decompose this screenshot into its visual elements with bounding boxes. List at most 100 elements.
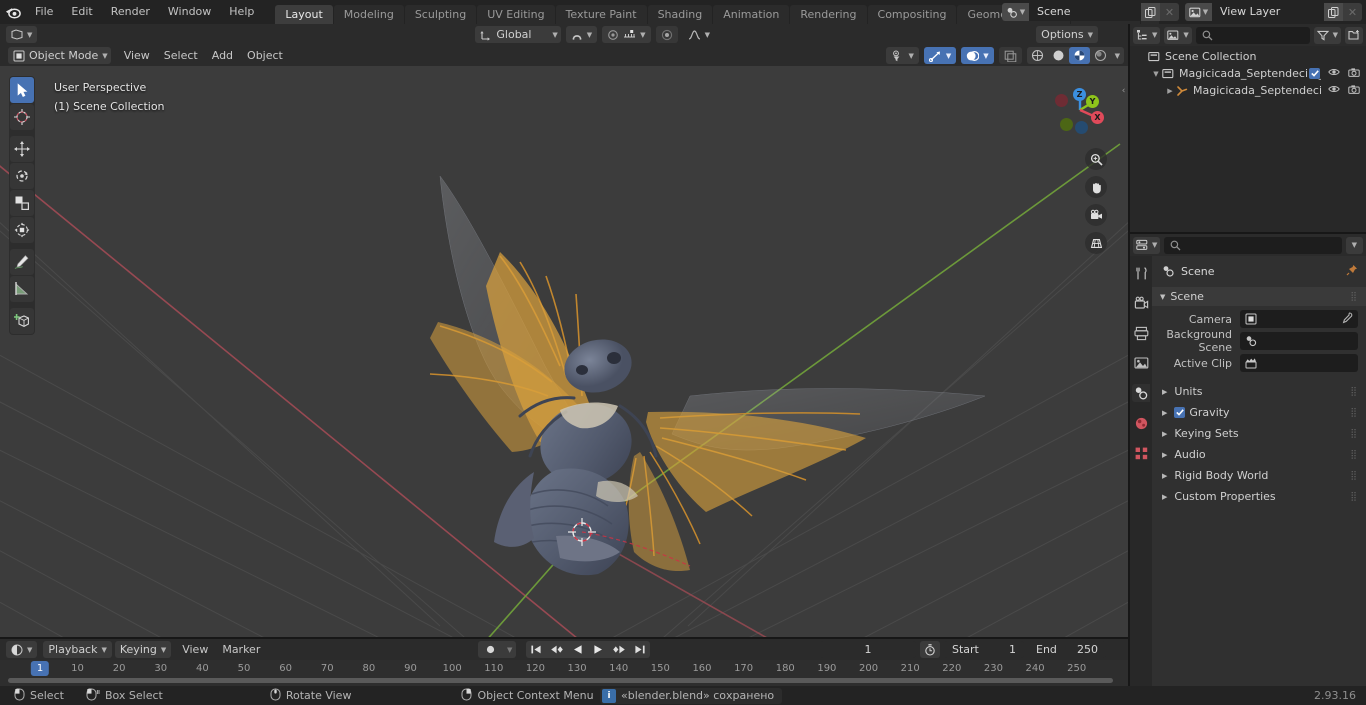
timeline-playhead[interactable]: 1 <box>30 661 50 676</box>
camera-render-icon[interactable] <box>1348 67 1360 81</box>
transform-tool[interactable] <box>10 217 34 243</box>
scene-name[interactable]: Scene <box>1029 3 1141 21</box>
eyedropper-icon[interactable] <box>1341 311 1353 327</box>
proportional-editing-toggle[interactable]: ▼ <box>602 26 651 43</box>
outliner-display-mode-selector[interactable]: ▼ <box>1133 26 1161 44</box>
pan-hand-icon[interactable] <box>1085 176 1107 198</box>
viewport-menu-view[interactable]: View <box>117 45 157 66</box>
gizmo-axis-y[interactable]: Y <box>1086 95 1099 108</box>
rotate-tool[interactable] <box>10 163 34 189</box>
workspace-tab-compositing[interactable]: Compositing <box>867 5 957 24</box>
annotate-tool[interactable] <box>10 249 34 275</box>
viewport-menu-select[interactable]: Select <box>157 45 205 66</box>
properties-panel-row[interactable]: ▶ Rigid Body World ⣿ <box>1152 465 1366 486</box>
view-layer-tab[interactable] <box>1132 354 1150 372</box>
stopwatch-icon[interactable] <box>920 641 940 658</box>
gizmo-axis-z[interactable]: Z <box>1073 88 1086 101</box>
disclosure-triangle-icon[interactable]: ▶ <box>1162 430 1167 438</box>
gizmo-axis-x[interactable]: X <box>1091 111 1104 124</box>
divider-vertical[interactable] <box>1128 24 1130 686</box>
play-icon[interactable] <box>588 641 608 658</box>
menu-edit[interactable]: Edit <box>62 0 101 24</box>
options-dropdown[interactable]: Options ▼ <box>1036 26 1098 43</box>
frame-start-field[interactable]: Start 1 <box>944 641 1024 658</box>
workspace-tab-shading[interactable]: Shading <box>647 5 713 24</box>
disclosure-triangle-icon[interactable]: ▶ <box>1162 451 1167 459</box>
timeline-body[interactable]: 10 20 30 40 50 60 70 80 90 100 110 120 130 140 150 160 1… <box>0 660 1128 686</box>
editor-type-selector[interactable]: ▼ <box>6 26 38 43</box>
funnel-icon[interactable]: ▼ <box>1313 26 1341 44</box>
view-layer-name[interactable]: View Layer <box>1212 3 1324 21</box>
properties-panel-row[interactable]: ▶ Custom Properties ⣿ <box>1152 486 1366 507</box>
output-tab[interactable] <box>1132 324 1150 342</box>
measure-tool[interactable] <box>10 276 34 302</box>
scene-selector[interactable]: ▼ Scene ✕ <box>1002 3 1179 21</box>
checkbox-icon[interactable] <box>1309 68 1320 79</box>
active-clip-field[interactable] <box>1240 354 1358 372</box>
menu-render[interactable]: Render <box>102 0 159 24</box>
frame-end-field[interactable]: End 250 <box>1028 641 1106 658</box>
disclosure-triangle-icon[interactable]: ▶ <box>1162 493 1167 501</box>
timeline-editor-type-selector[interactable]: ▼ <box>6 641 38 658</box>
timeline-menu-marker[interactable]: Marker <box>215 639 267 660</box>
blender-logo-icon[interactable] <box>0 0 26 24</box>
gizmo-axis-neg-y[interactable] <box>1060 118 1073 131</box>
timeline-menu-keying[interactable]: Keying ▼ <box>114 641 172 658</box>
divider-viewport-timeline[interactable] <box>0 637 1128 639</box>
camera-field[interactable] <box>1240 310 1358 328</box>
current-frame-field[interactable]: 1 <box>820 641 916 658</box>
workspace-tab-texture-paint[interactable]: Texture Paint <box>555 5 647 24</box>
previous-keyframe-icon[interactable] <box>546 641 568 658</box>
scene-tab[interactable] <box>1132 384 1150 402</box>
cursor-tool[interactable] <box>10 104 34 130</box>
tweak-tool[interactable] <box>10 77 34 103</box>
new-collection-icon[interactable] <box>1345 26 1363 44</box>
gizmo-axis-neg-x[interactable] <box>1055 94 1068 107</box>
properties-panel-row[interactable]: ▶ Units ⣿ <box>1152 381 1366 402</box>
gizmo-icon[interactable]: ▼ <box>923 47 957 64</box>
pin-icon[interactable] <box>1346 264 1358 279</box>
properties-editor-type-selector[interactable]: ▼ <box>1133 236 1161 254</box>
properties-panel-row[interactable]: ▶ Gravity ⣿ <box>1152 402 1366 423</box>
auto-keying-options-dropdown[interactable]: ▼ <box>503 641 516 658</box>
timeline-scrollbar[interactable] <box>8 678 1113 683</box>
workspace-tab-uv-editing[interactable]: UV Editing <box>477 5 555 24</box>
viewport-menu-add[interactable]: Add <box>205 45 240 66</box>
menu-help[interactable]: Help <box>220 0 263 24</box>
gizmo-axis-neg-z[interactable] <box>1075 121 1088 134</box>
checkbox-icon[interactable] <box>1174 407 1186 418</box>
filter-id-icon[interactable]: ▼ <box>1164 26 1192 44</box>
next-keyframe-icon[interactable] <box>608 641 630 658</box>
scene-panel-header[interactable]: ▼ Scene ⣿ <box>1152 287 1366 306</box>
shading-options-dropdown[interactable]: ▼ <box>1111 47 1124 64</box>
workspace-tab-rendering[interactable]: Rendering <box>790 5 867 24</box>
xray-icon[interactable] <box>998 47 1022 64</box>
background-scene-field[interactable] <box>1240 332 1358 350</box>
proportional-falloff-selector[interactable] <box>655 26 678 43</box>
record-icon[interactable] <box>478 641 503 658</box>
view-layer-icon[interactable]: ▼ <box>1185 3 1212 21</box>
scene-icon[interactable]: ▼ <box>1002 3 1029 21</box>
sidebar-toggle-icon[interactable]: ‹ <box>1119 82 1128 100</box>
workspace-tab-sculpting[interactable]: Sculpting <box>404 5 477 24</box>
viewport-menu-object[interactable]: Object <box>240 45 290 66</box>
outliner-search-input[interactable] <box>1195 26 1310 44</box>
outliner-row[interactable]: ▶ Magicicada_Septendecim <box>1130 82 1366 99</box>
snap-increment-icon[interactable] <box>623 29 636 41</box>
eye-icon[interactable] <box>1328 67 1340 80</box>
remove-view-layer-button[interactable]: ✕ <box>1343 3 1362 21</box>
divider-outliner-properties[interactable] <box>1130 232 1366 234</box>
disclosure-triangle-icon[interactable]: ▶ <box>1162 472 1167 480</box>
render-tab[interactable] <box>1132 294 1150 312</box>
overlays-icon[interactable]: ▼ <box>961 47 994 64</box>
new-scene-button[interactable] <box>1141 3 1160 21</box>
falloff-curve-icon[interactable]: ▼ <box>683 26 715 43</box>
workspace-tab-animation[interactable]: Animation <box>713 5 790 24</box>
status-message[interactable]: i «blender.blend» сохранено <box>600 687 783 704</box>
workspace-tab-modeling[interactable]: Modeling <box>333 5 404 24</box>
show-hide-icon[interactable]: ▼ <box>886 47 919 64</box>
properties-search-input[interactable] <box>1164 236 1342 254</box>
play-reverse-icon[interactable] <box>568 641 588 658</box>
disclosure-triangle-icon[interactable]: ▶ <box>1164 87 1176 95</box>
object-tab[interactable] <box>1132 444 1150 462</box>
